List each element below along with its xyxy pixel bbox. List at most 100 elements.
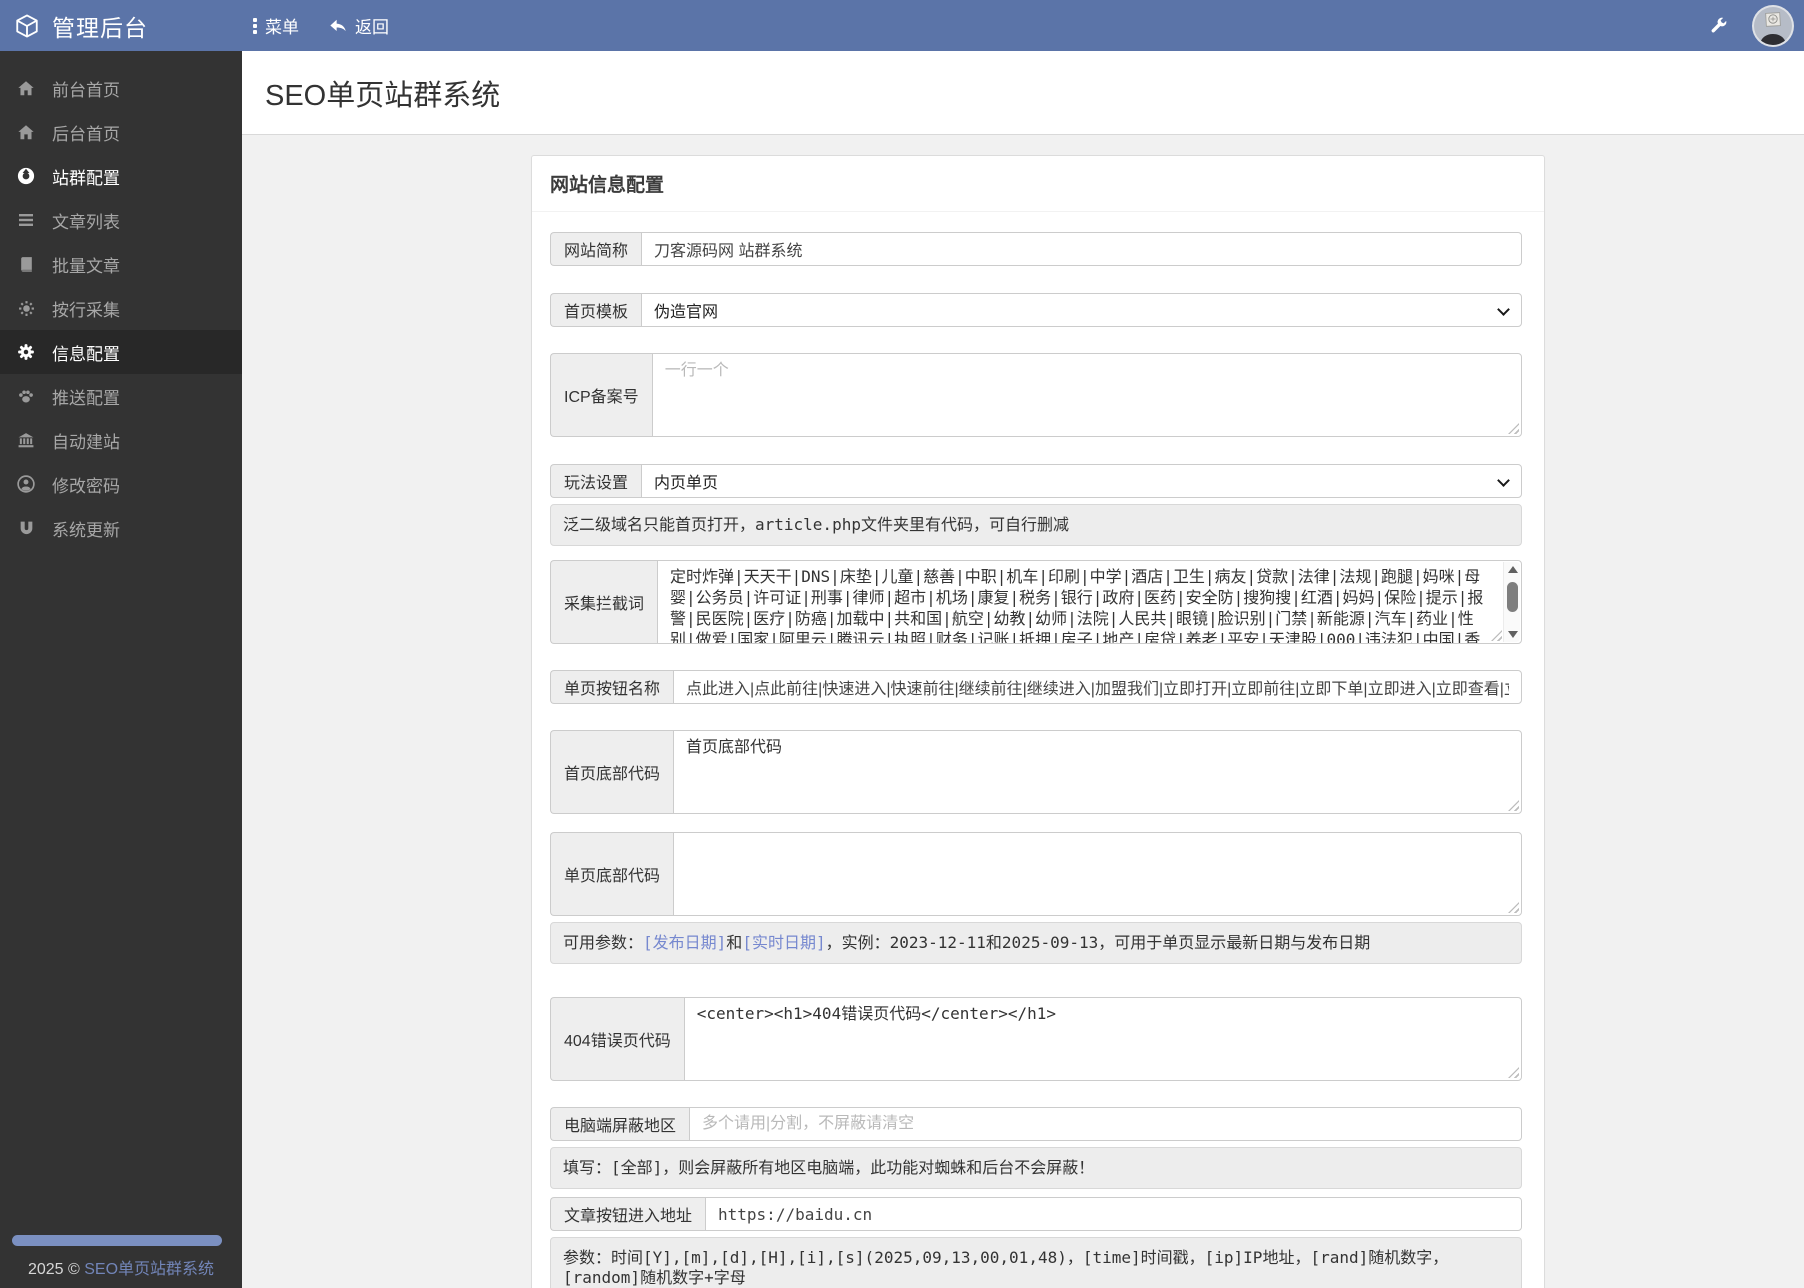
back-arrow-icon	[329, 18, 347, 34]
sidebar-item-label: 后台首页	[52, 124, 120, 144]
sidebar-item-label: 前台首页	[52, 80, 120, 100]
field-icp: ICP备案号	[550, 353, 1522, 437]
textarea-scrollbar	[1503, 562, 1520, 642]
home-icon	[16, 80, 36, 97]
page-title: SEO单页站群系统	[265, 79, 501, 112]
user-circle-icon	[16, 475, 36, 493]
block-words-textarea[interactable]: 定时炸弹|天天干|DNS|床垫|儿童|慈善|中职|机车|印刷|中学|酒店|卫生|…	[658, 561, 1521, 643]
gear-icon	[16, 343, 36, 361]
field-home-template: 首页模板 伪造官网	[550, 293, 1522, 327]
article-url-input[interactable]	[706, 1198, 1521, 1230]
panel-body: 网站简称 首页模板 伪造官网	[532, 212, 1544, 1288]
sidebar-item-label: 文章列表	[52, 212, 120, 232]
config-panel: 网站信息配置 网站简称 首页模板	[531, 155, 1545, 1288]
sidebar-item-change-password[interactable]: 修改密码	[0, 462, 242, 506]
sidebar-item-batch-articles[interactable]: 批量文章	[0, 242, 242, 286]
help-text: 可用参数：	[563, 933, 644, 952]
publish-date-link[interactable]: [发布日期]	[643, 933, 726, 952]
field-pc-block: 电脑端屏蔽地区 填写：[全部]，则会屏蔽所有地区电脑端，此功能对蜘蛛和后台不会屏…	[550, 1107, 1522, 1189]
home-icon	[16, 124, 36, 141]
field-label: 采集拦截词	[550, 560, 658, 644]
icp-textarea[interactable]	[652, 354, 1521, 436]
sidebar-item-label: 推送配置	[52, 388, 120, 408]
sidebar-item-info-config[interactable]: 信息配置	[0, 330, 242, 374]
sidebar-item-admin-home[interactable]: 后台首页	[0, 110, 242, 154]
content-area: 网站信息配置 网站简称 首页模板	[242, 135, 1804, 1288]
pc-block-help: 填写：[全部]，则会屏蔽所有地区电脑端，此功能对蜘蛛和后台不会屏蔽！	[550, 1147, 1522, 1189]
field-label: 单页按钮名称	[550, 670, 674, 704]
sidebar-item-auto-build[interactable]: 自动建站	[0, 418, 242, 462]
sidebar-item-push-config[interactable]: 推送配置	[0, 374, 242, 418]
field-btn-names: 单页按钮名称	[550, 670, 1522, 704]
field-label: 单页底部代码	[550, 832, 674, 916]
select-value: 内页单页	[654, 475, 719, 492]
scroll-down-icon[interactable]	[1508, 631, 1518, 638]
field-label: 电脑端屏蔽地区	[550, 1107, 690, 1141]
scroll-up-icon[interactable]	[1508, 566, 1518, 573]
panel-header: 网站信息配置	[532, 156, 1544, 212]
field-label: 玩法设置	[550, 464, 642, 498]
site-name-input[interactable]	[642, 233, 1521, 265]
footer-brand-link[interactable]: SEO单页站群系统	[84, 1261, 214, 1278]
paw-icon	[16, 388, 36, 405]
sidebar-item-label: 按行采集	[52, 300, 120, 320]
field-block-words: 采集拦截词 定时炸弹|天天干|DNS|床垫|儿童|慈善|中职|机车|印刷|中学|…	[550, 560, 1522, 644]
topbar-nav: 菜单 返回	[253, 0, 389, 51]
magnet-icon	[16, 520, 36, 537]
sidebar-scrollbar-thumb[interactable]	[12, 1235, 222, 1246]
panel-title: 网站信息配置	[550, 175, 665, 196]
burst-icon	[16, 300, 36, 317]
field-page-footer-code: 单页底部代码 可用参数：[发布日期]和[实时日期]，实例：2023-12-11和…	[550, 832, 1522, 964]
sidebar-item-label: 自动建站	[52, 432, 120, 452]
sidebar: 前台首页 后台首页 站群配置 文章列表 批量文章 按行采集 信息配置 推送配置 …	[0, 51, 242, 1288]
sidebar-footer: 2025 © SEO单页站群系统	[0, 1255, 242, 1279]
chrome-globe-icon	[16, 167, 36, 185]
admin-page: 管理后台 菜单 返回 前台首页 后台首页 站群配置 文章列表 批量文章 按行采集…	[0, 0, 1804, 1288]
play-mode-select[interactable]: 内页单页	[641, 464, 1522, 498]
book-icon	[16, 256, 36, 273]
field-label: 文章按钮进入地址	[550, 1197, 706, 1231]
vertical-dots-icon	[253, 17, 257, 34]
sidebar-item-label: 系统更新	[52, 520, 120, 540]
menu-label: 菜单	[265, 18, 299, 37]
field-label: 网站简称	[550, 232, 642, 266]
error404-textarea[interactable]: <center><h1>404错误页代码</center></h1>	[684, 998, 1521, 1080]
sidebar-item-line-collect[interactable]: 按行采集	[0, 286, 242, 330]
bank-icon	[16, 432, 36, 449]
topbar-right	[1709, 0, 1804, 51]
sidebar-item-system-update[interactable]: 系统更新	[0, 506, 242, 550]
brand-title: 管理后台	[52, 14, 148, 41]
avatar[interactable]	[1752, 4, 1794, 47]
scrollbar-thumb[interactable]	[1507, 582, 1518, 612]
back-label: 返回	[355, 18, 389, 37]
wrench-icon[interactable]	[1709, 16, 1728, 35]
url-params-help: 参数：时间[Y],[m],[d],[H],[i],[s](2025,09,13,…	[550, 1237, 1522, 1288]
home-template-select[interactable]: 伪造官网	[641, 293, 1522, 327]
copyright-text: 2025 ©	[27, 1261, 85, 1278]
field-play-mode: 玩法设置 内页单页 泛二级域名只能首页打开，article.php文件夹里有代码…	[550, 464, 1522, 546]
menu-toggle[interactable]: 菜单	[253, 13, 299, 38]
play-mode-help: 泛二级域名只能首页打开，article.php文件夹里有代码，可自行删减	[550, 504, 1522, 546]
sidebar-item-article-list[interactable]: 文章列表	[0, 198, 242, 242]
field-label: 首页底部代码	[550, 730, 674, 814]
field-label: ICP备案号	[550, 353, 652, 437]
sidebar-item-label: 站群配置	[52, 168, 120, 188]
sidebar-item-sitegroup-config[interactable]: 站群配置	[0, 154, 242, 198]
content-header: SEO单页站群系统	[242, 51, 1804, 135]
sidebar-item-label: 信息配置	[52, 344, 120, 364]
page-footer-textarea[interactable]	[674, 833, 1521, 915]
back-button[interactable]: 返回	[329, 13, 389, 38]
brand: 管理后台	[14, 0, 148, 51]
select-value: 伪造官网	[654, 304, 719, 321]
pc-block-input[interactable]	[690, 1108, 1521, 1140]
sidebar-item-label: 修改密码	[52, 476, 120, 496]
realtime-date-link[interactable]: [实时日期]	[742, 933, 825, 952]
sidebar-item-front-home[interactable]: 前台首页	[0, 66, 242, 110]
home-footer-textarea[interactable]: 首页底部代码	[674, 731, 1521, 813]
sidebar-item-label: 批量文章	[52, 256, 120, 276]
list-icon	[16, 212, 36, 228]
date-params-help: 可用参数：[发布日期]和[实时日期]，实例：2023-12-11和2025-09…	[550, 922, 1522, 964]
field-home-footer-code: 首页底部代码 首页底部代码	[550, 730, 1522, 814]
btn-names-input[interactable]	[674, 671, 1521, 703]
field-article-url: 文章按钮进入地址 参数：时间[Y],[m],[d],[H],[i],[s](20…	[550, 1197, 1522, 1288]
